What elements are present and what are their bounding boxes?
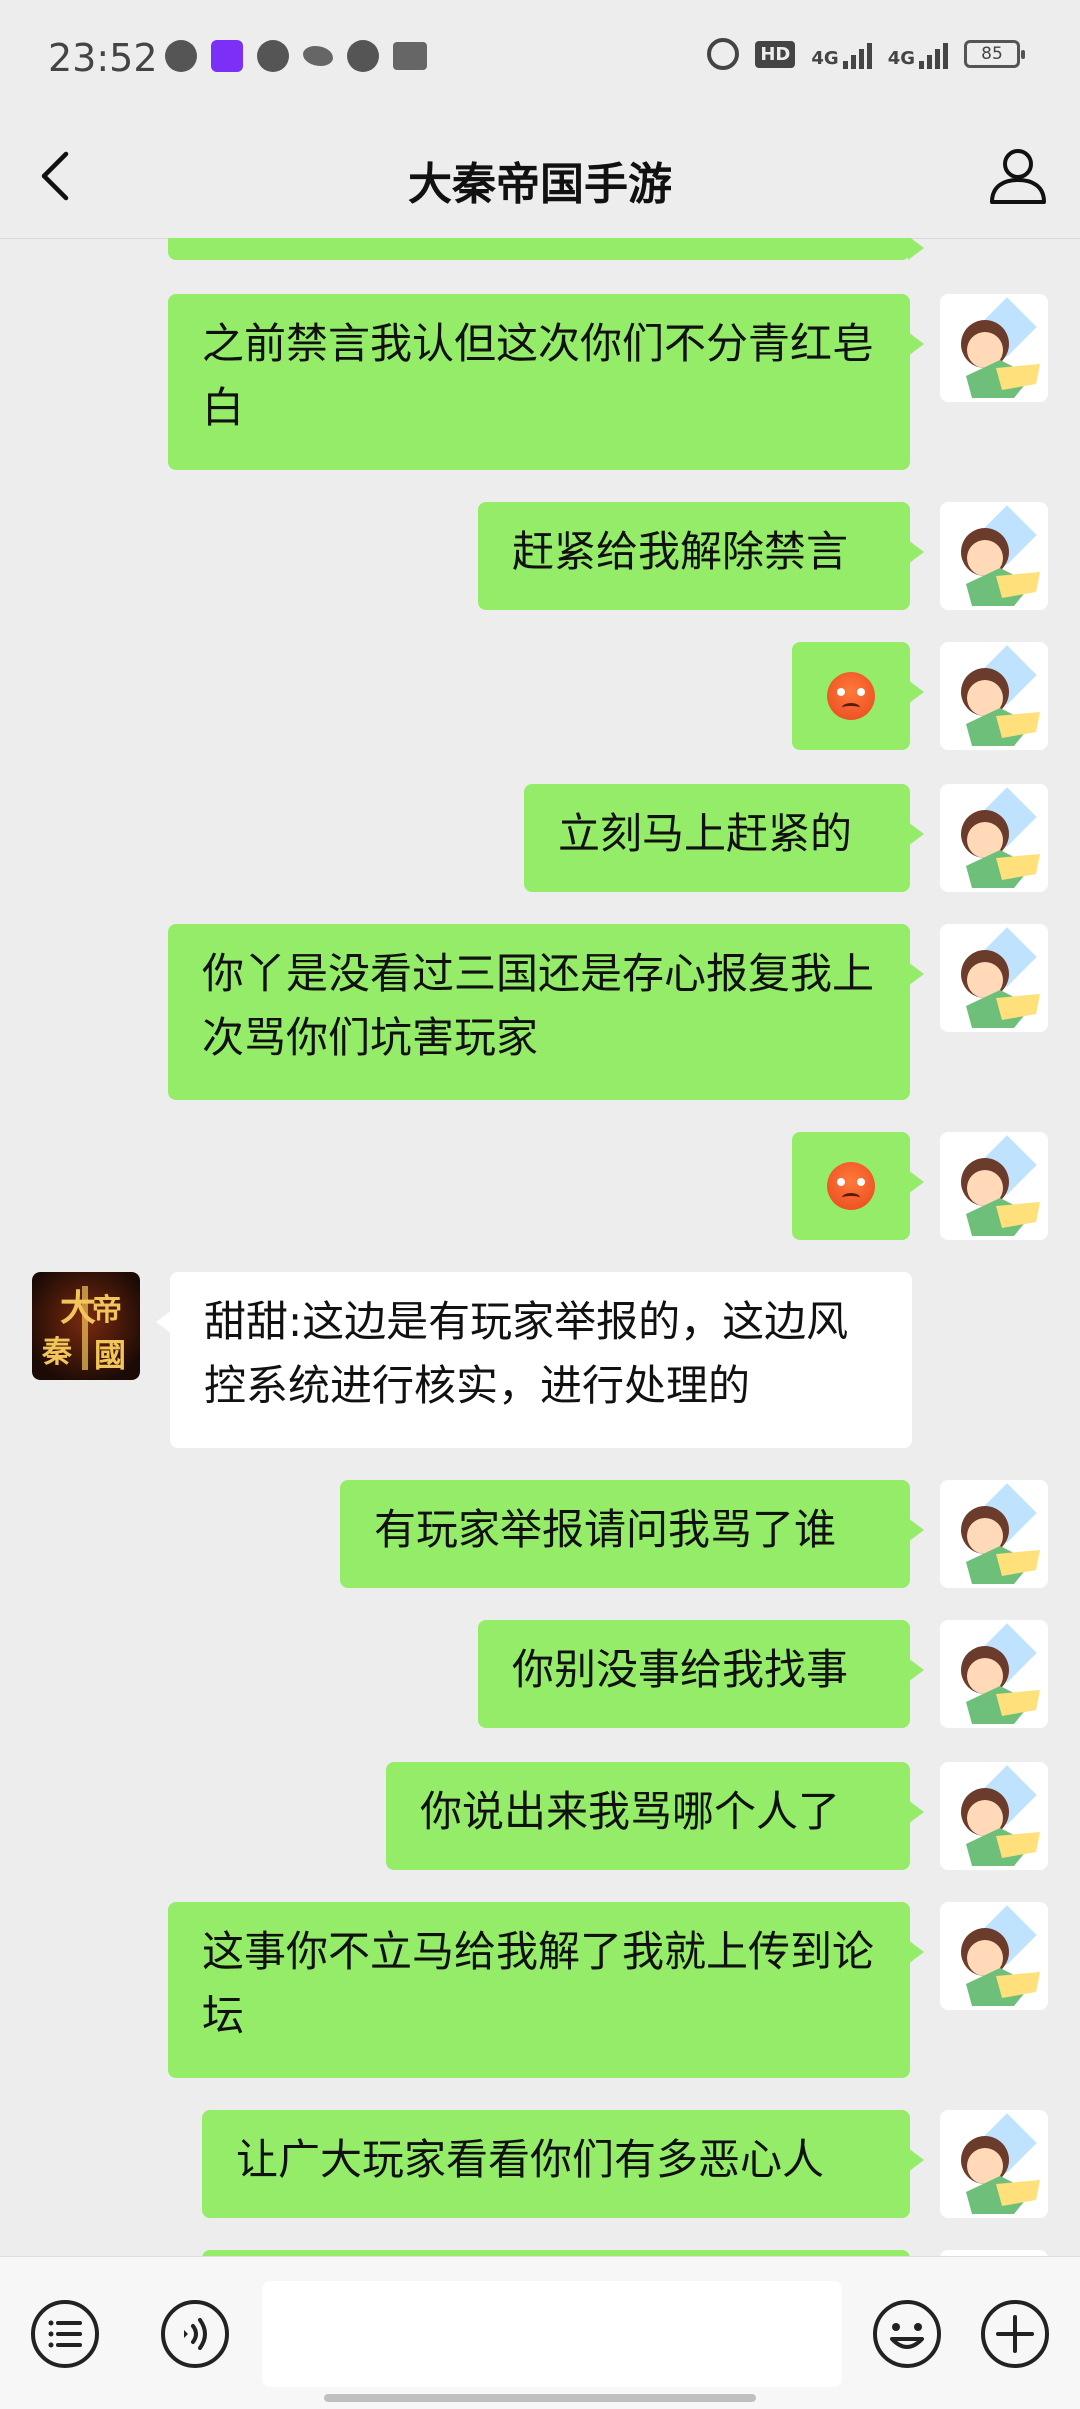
notification-icons	[165, 40, 427, 72]
status-bar: 23:52 HD 4G 4G 85	[0, 0, 1080, 120]
home-indicator[interactable]	[324, 2394, 756, 2402]
chat-notification-icon	[165, 40, 197, 72]
message-bubble[interactable]: 让广大玩家看看你们有多恶心人	[202, 2110, 924, 2218]
message-bubble[interactable]: 之前禁言我认但这次你们不分青红皂白	[168, 294, 924, 470]
signal-icon	[919, 39, 948, 69]
message-bubble[interactable]: 你丫是没看过三国还是存心报复我上次骂你们坑害玩家	[168, 924, 924, 1100]
chat-header: 大秦帝国手游	[0, 120, 1080, 239]
my-avatar[interactable]	[940, 1480, 1048, 1588]
system-icons: HD 4G 4G 85	[707, 38, 1025, 70]
my-avatar[interactable]	[940, 502, 1048, 610]
chat-profile-icon[interactable]	[986, 144, 1050, 208]
angry-face-emoji-icon	[827, 1162, 875, 1210]
avatar-char-1: 大	[60, 1287, 96, 1329]
message-bubble[interactable]: 你别没事给我找事	[478, 1620, 924, 1728]
chat-title: 大秦帝国手游	[408, 159, 672, 210]
video-app-icon	[211, 40, 243, 72]
status-time: 23:52	[48, 36, 158, 80]
message-bubble[interactable]: 赶紧给我解除禁言	[478, 502, 924, 610]
message-bubble[interactable]: 立刻马上赶紧的	[524, 784, 924, 892]
avatar-char-4: 國	[94, 1336, 126, 1374]
avatar-char-2: 帝	[92, 1293, 122, 1328]
message-bubble[interactable]: 这事你不立马给我解了我就上传到论坛	[168, 1902, 924, 2078]
my-avatar[interactable]	[940, 2110, 1048, 2218]
compass-app-icon	[347, 40, 379, 72]
my-avatar[interactable]	[940, 924, 1048, 1032]
message-bubble[interactable]: 甜甜:这边是有玩家举报的，这边风控系统进行核实，进行处理的	[156, 1272, 912, 1448]
chat-message-list[interactable]: 之前禁言我认但这次你们不分青红皂白 赶紧给我解除禁言 立刻马上赶紧的 你丫是没看…	[0, 238, 1080, 2256]
bird-app-icon	[303, 46, 333, 66]
message-bubble[interactable]: 你说出来我骂哪个人了	[386, 1762, 924, 1870]
voice-icon[interactable]	[160, 2299, 230, 2369]
network-type-2: 4G	[888, 39, 948, 69]
my-avatar[interactable]	[940, 784, 1048, 892]
menu-icon[interactable]	[30, 2299, 100, 2369]
message-input[interactable]	[262, 2281, 842, 2387]
app-notification-icon	[257, 40, 289, 72]
emoji-icon[interactable]	[872, 2299, 942, 2369]
plus-icon[interactable]	[980, 2299, 1050, 2369]
hd-icon: HD	[755, 40, 796, 68]
my-avatar[interactable]	[940, 1762, 1048, 1870]
network-type-1: 4G	[811, 39, 872, 69]
my-avatar[interactable]	[940, 642, 1048, 750]
input-bar	[0, 2256, 1080, 2409]
official-account-avatar[interactable]: 大 帝 秦 國	[32, 1272, 140, 1380]
signal-icon	[842, 39, 872, 69]
partial-message-bubble[interactable]	[168, 238, 924, 260]
book-app-icon	[393, 42, 427, 70]
my-avatar[interactable]	[940, 1902, 1048, 2010]
message-bubble[interactable]: 有玩家举报请问我骂了谁	[340, 1480, 924, 1588]
my-avatar[interactable]	[940, 1620, 1048, 1728]
alarm-icon	[707, 38, 740, 70]
emoji-message-bubble[interactable]	[792, 1132, 924, 1240]
angry-face-emoji-icon	[827, 672, 875, 720]
emoji-message-bubble[interactable]	[792, 642, 924, 750]
my-avatar[interactable]	[940, 294, 1048, 402]
my-avatar[interactable]	[940, 1132, 1048, 1240]
battery-icon: 85	[964, 40, 1025, 68]
avatar-char-3: 秦	[41, 1335, 73, 1370]
